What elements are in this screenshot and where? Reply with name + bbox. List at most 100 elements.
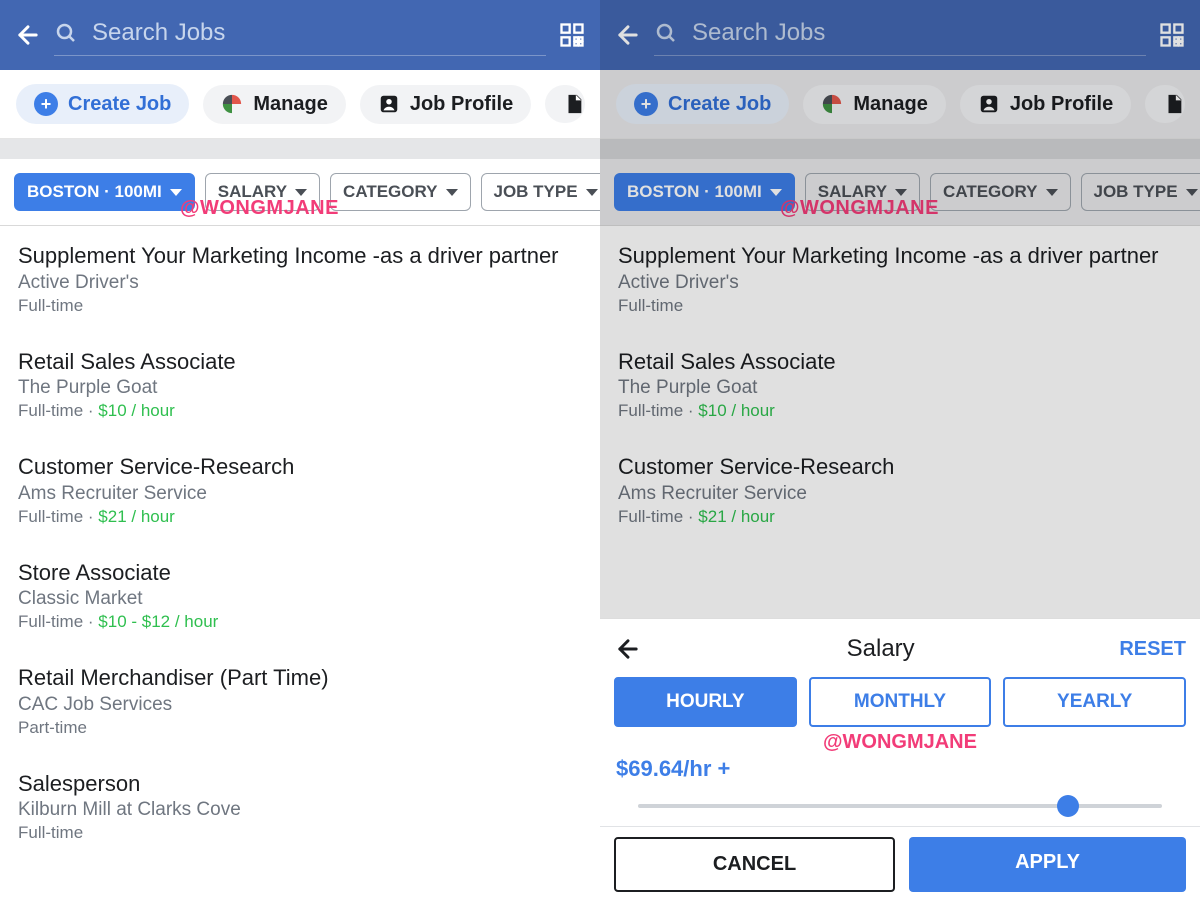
section-divider <box>0 139 600 159</box>
section-divider <box>600 139 1200 159</box>
sheet-back-icon[interactable] <box>614 635 642 663</box>
yearly-tab[interactable]: YEARLY <box>1003 677 1186 727</box>
profile-icon <box>378 93 400 115</box>
job-title: Salesperson <box>18 770 582 798</box>
job-list-item[interactable]: Retail Merchandiser (Part Time)CAC Job S… <box>0 648 600 754</box>
job-company: Classic Market <box>18 588 582 610</box>
search-input[interactable] <box>92 15 546 51</box>
pie-icon <box>221 93 243 115</box>
job-list-item[interactable]: Customer Service-ResearchAms Recruiter S… <box>0 437 600 543</box>
salary-period-segment: HOURLY MONTHLY YEARLY <box>614 677 1186 727</box>
hourly-tab[interactable]: HOURLY <box>614 677 797 727</box>
job-list-item[interactable]: Retail Sales AssociateThe Purple GoatFul… <box>0 332 600 438</box>
job-profile-label: Job Profile <box>1010 93 1113 116</box>
manage-pill[interactable]: Manage <box>203 85 345 124</box>
job-meta: Full-time <box>18 823 582 843</box>
job-company: Active Driver's <box>18 272 582 294</box>
manage-pill[interactable]: Manage <box>803 85 945 124</box>
create-job-pill[interactable]: + Create Job <box>16 84 189 124</box>
job-list[interactable]: Supplement Your Marketing Income -as a d… <box>0 226 600 904</box>
chevron-down-icon <box>170 189 182 196</box>
job-meta: Part-time <box>18 718 582 738</box>
create-job-label: Create Job <box>668 93 771 116</box>
salary-sheet: Salary RESET HOURLY MONTHLY YEARLY @WONG… <box>600 618 1200 904</box>
back-arrow-icon[interactable] <box>14 21 42 49</box>
category-chip[interactable]: CATEGORY <box>930 173 1070 211</box>
sheet-actions: CANCEL APPLY <box>614 837 1186 892</box>
search-icon <box>54 21 78 45</box>
location-chip-label: BOSTON · 100MI <box>627 182 762 202</box>
job-title: Supplement Your Marketing Income -as a d… <box>18 242 582 270</box>
job-title: Customer Service-Research <box>618 453 1182 481</box>
job-company: Kilburn Mill at Clarks Cove <box>18 799 582 821</box>
apply-button[interactable]: APPLY <box>909 837 1186 892</box>
sheet-divider <box>600 826 1200 827</box>
manage-label: Manage <box>253 93 327 116</box>
plus-icon: + <box>34 92 58 116</box>
extra-pill[interactable] <box>545 85 585 123</box>
salary-chip[interactable]: SALARY <box>805 173 920 211</box>
doc-icon <box>1163 93 1185 115</box>
salary-slider[interactable] <box>638 804 1162 808</box>
chevron-down-icon <box>1046 189 1058 196</box>
salary-chip-label: SALARY <box>218 182 287 202</box>
jobtype-chip[interactable]: JOB TYPE <box>481 173 601 211</box>
search-input[interactable] <box>692 15 1146 51</box>
category-chip[interactable]: CATEGORY <box>330 173 470 211</box>
chevron-down-icon <box>1186 189 1198 196</box>
filter-chip-row: BOSTON · 100MI SALARY CATEGORY JOB TYPE … <box>600 159 1200 226</box>
job-list-item[interactable]: Retail Sales AssociateThe Purple GoatFul… <box>600 332 1200 438</box>
chevron-down-icon <box>446 189 458 196</box>
salary-chip-label: SALARY <box>818 182 887 202</box>
create-job-label: Create Job <box>68 93 171 116</box>
extra-pill[interactable] <box>1145 85 1185 123</box>
job-meta: Full-time · $10 / hour <box>618 401 1182 421</box>
cancel-button[interactable]: CANCEL <box>614 837 895 892</box>
job-meta: Full-time · $10 - $12 / hour <box>18 612 582 632</box>
sheet-title: Salary <box>847 635 915 663</box>
create-job-pill[interactable]: + Create Job <box>616 84 789 124</box>
jobtype-chip[interactable]: JOB TYPE <box>1081 173 1200 211</box>
chevron-down-icon <box>586 189 598 196</box>
location-chip[interactable]: BOSTON · 100MI <box>614 173 795 211</box>
job-list-item[interactable]: Supplement Your Marketing Income -as a d… <box>600 226 1200 332</box>
job-company: The Purple Goat <box>618 377 1182 399</box>
filter-chip-row: BOSTON · 100MI SALARY CATEGORY JOB TYPE … <box>0 159 600 226</box>
sheet-reset-button[interactable]: RESET <box>1119 638 1186 661</box>
job-list-item[interactable]: SalespersonKilburn Mill at Clarks CoveFu… <box>0 754 600 860</box>
job-meta: Full-time · $10 / hour <box>18 401 582 421</box>
location-chip-label: BOSTON · 100MI <box>27 182 162 202</box>
slider-thumb[interactable] <box>1057 795 1079 817</box>
top-pill-bar: + Create Job Manage Job Profile <box>0 70 600 139</box>
pie-icon <box>821 93 843 115</box>
search-wrap[interactable] <box>54 15 546 56</box>
job-company: Ams Recruiter Service <box>618 483 1182 505</box>
category-chip-label: CATEGORY <box>343 182 437 202</box>
jobs-screen-with-sheet: + Create Job Manage Job Profile BOSTON ·… <box>600 0 1200 904</box>
salary-chip[interactable]: SALARY <box>205 173 320 211</box>
job-profile-pill[interactable]: Job Profile <box>960 85 1131 124</box>
top-pill-bar: + Create Job Manage Job Profile <box>600 70 1200 139</box>
back-arrow-icon[interactable] <box>614 21 642 49</box>
job-list-item[interactable]: Store AssociateClassic MarketFull-time ·… <box>0 543 600 649</box>
job-list-item[interactable]: Customer Service-ResearchAms Recruiter S… <box>600 437 1200 543</box>
category-chip-label: CATEGORY <box>943 182 1037 202</box>
job-title: Store Associate <box>18 559 582 587</box>
chevron-down-icon <box>770 189 782 196</box>
job-profile-pill[interactable]: Job Profile <box>360 85 531 124</box>
qr-icon[interactable] <box>1158 21 1186 49</box>
job-list-item[interactable]: Supplement Your Marketing Income -as a d… <box>0 226 600 332</box>
jobtype-chip-label: JOB TYPE <box>494 182 578 202</box>
search-wrap[interactable] <box>654 15 1146 56</box>
monthly-tab[interactable]: MONTHLY <box>809 677 992 727</box>
slider-track <box>638 804 1162 808</box>
job-title: Retail Sales Associate <box>618 348 1182 376</box>
manage-label: Manage <box>853 93 927 116</box>
job-company: Active Driver's <box>618 272 1182 294</box>
location-chip[interactable]: BOSTON · 100MI <box>14 173 195 211</box>
chevron-down-icon <box>895 189 907 196</box>
app-header <box>600 0 1200 70</box>
qr-icon[interactable] <box>558 21 586 49</box>
job-company: The Purple Goat <box>18 377 582 399</box>
search-icon <box>654 21 678 45</box>
